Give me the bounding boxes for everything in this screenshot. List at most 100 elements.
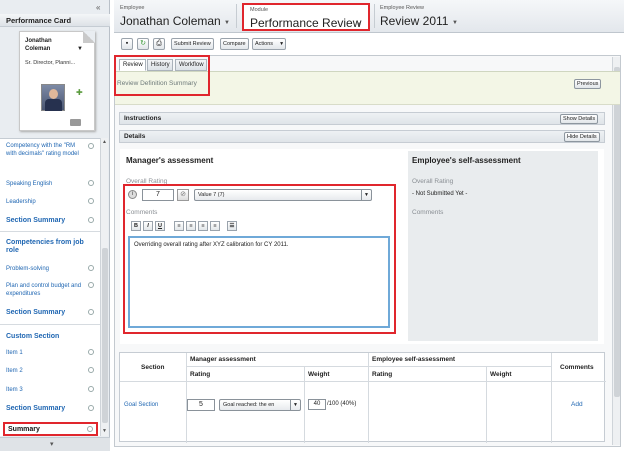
section-rating-select-value: Goal reached: the en [223,402,275,408]
employee-last-name: Coleman [25,46,51,52]
employee-card: Jonathan Coleman ▼ Sr. Director, Planni.… [19,31,95,131]
compare-button[interactable]: Compare [220,38,249,50]
sidebar-item-summary[interactable]: Summary [3,422,98,436]
status-radio [88,309,94,315]
employee-label: Employee [120,5,145,11]
previous-button[interactable]: Previous [574,79,602,89]
chevron-down-icon[interactable]: ▾ [50,440,54,448]
chevron-down-icon[interactable]: ▼ [77,46,83,52]
comments-editor[interactable]: Overriding overall rating after XYZ cali… [128,236,390,328]
module-value: Performance Review [250,16,362,30]
chevron-down-icon[interactable]: ▼ [452,20,458,26]
review-selector[interactable]: Employee Review Review 2011 ▼ [374,3,464,31]
sidebar-item-competency-rm[interactable]: Competency with the "RM with decimals" r… [6,142,86,158]
details-title: Details [124,133,146,140]
card-fold [83,31,95,43]
status-radio [88,265,94,271]
review-value: Review 2011 [380,14,449,28]
list-icon[interactable]: ☰ [227,221,237,231]
section-column-header: Section [141,364,165,371]
status-radio [88,386,94,392]
employee-name[interactable]: Jonathan Coleman [25,37,52,53]
status-radio [88,405,94,411]
divider [120,381,606,382]
refresh-icon[interactable]: ↻ [137,38,149,50]
employee-weight-header: Weight [490,371,512,378]
divider [304,366,305,443]
scroll-up-icon[interactable]: ▲ [102,139,107,145]
sidebar-title: Performance Card [0,14,110,27]
status-radio [88,198,94,204]
overall-rating-select-value: Value 7 (7) [198,192,225,198]
info-icon[interactable]: i [128,190,137,199]
align-right-icon[interactable]: ≡ [198,221,208,231]
italic-icon[interactable]: I [143,221,153,231]
comments-column-header: Comments [560,364,594,371]
sidebar-item-section-summary-2[interactable]: Section Summary [6,309,86,317]
employee-selector[interactable]: Employee Jonathan Coleman ▼ [114,3,232,31]
align-justify-icon[interactable]: ≡ [210,221,220,231]
submit-review-button[interactable]: Submit Review [171,38,214,50]
employee-assessment-heading: Employee's self-assessment [412,156,521,165]
actions-button[interactable]: Actions ▼ [252,38,287,50]
review-label: Employee Review [380,5,425,11]
instructions-title: Instructions [124,115,162,122]
summary-label: Summary [8,426,40,433]
chevron-down-icon[interactable]: ▼ [290,400,300,410]
scrollbar-thumb[interactable] [102,248,108,423]
chevron-down-icon[interactable]: ▼ [279,41,284,47]
status-radio [88,282,94,288]
show-details-button[interactable]: Show Details [560,114,599,124]
overall-rating-select[interactable]: Value 7 (7) ▼ [194,189,372,201]
sidebar-scrollbar[interactable]: ▲ ▼ [100,138,108,436]
avatar-face [49,89,58,99]
sidebar-item-section-summary-3[interactable]: Section Summary [6,405,86,413]
status-radio [88,217,94,223]
manager-weight-header: Weight [308,371,330,378]
sidebar-item-item-2[interactable]: Item 2 [6,367,86,375]
camera-icon[interactable] [70,119,81,126]
performance-card-sidebar: « Performance Card Jonathan Coleman ▼ Sr… [0,0,110,451]
bold-icon[interactable]: B [131,221,141,231]
sidebar-item-item-3[interactable]: Item 3 [6,386,86,394]
save-icon[interactable]: ▪ [121,38,133,50]
collapse-sidebar-icon[interactable]: « [96,3,100,12]
chevron-down-icon[interactable]: ▼ [224,20,230,26]
sidebar-item-item-1[interactable]: Item 1 [6,349,86,357]
chevron-down-icon[interactable]: ▼ [361,190,371,200]
status-radio [88,349,94,355]
sidebar-item-speaking-english[interactable]: Speaking English [6,180,86,188]
sidebar-item-problem-solving[interactable]: Problem-solving [6,265,86,273]
sidebar-item-plan-budget[interactable]: Plan and control budget and expenditures [6,282,86,298]
scrollbar-thumb[interactable] [614,67,620,397]
main-scrollbar[interactable] [612,57,620,445]
module-label: Module [250,7,269,13]
avatar [41,84,65,111]
align-center-icon[interactable]: ≡ [186,221,196,231]
employee-rating-value: - Not Submitted Yet - [412,191,468,197]
sidebar-item-leadership[interactable]: Leadership [6,198,86,206]
module-selector[interactable]: Module Performance Review ▼ [242,3,370,31]
chevron-down-icon[interactable]: ▼ [356,22,362,28]
people-icon[interactable]: ✚ [76,88,83,97]
sidebar-item-section-summary-1[interactable]: Section Summary [6,217,86,225]
section-weight-input[interactable]: 40 [308,399,326,410]
status-radio [87,426,93,432]
section-nav-list: Competency with the "RM with decimals" r… [0,138,100,436]
overall-rating-input[interactable]: 7 [142,189,174,201]
align-left-icon[interactable]: ≡ [174,221,184,231]
scroll-down-icon[interactable]: ▼ [102,428,107,434]
calculator-icon[interactable]: ⊘ [177,189,189,201]
section-rating-input[interactable]: 5 [187,399,215,411]
underline-icon[interactable]: U [155,221,165,231]
add-comment-link[interactable]: Add [571,401,583,408]
hide-details-button[interactable]: Hide Details [564,132,600,142]
employee-self-assessment-header: Employee self-assessment [372,356,456,363]
goal-section-link[interactable]: Goal Section [124,402,158,408]
section-rating-select[interactable]: Goal reached: the en ▼ [219,399,301,411]
section-heading-custom: Custom Section [6,333,60,340]
sidebar-footer: ▾ [0,437,110,451]
divider [368,353,369,443]
print-icon[interactable]: ⎙ [153,38,165,50]
avatar-body [45,99,62,111]
